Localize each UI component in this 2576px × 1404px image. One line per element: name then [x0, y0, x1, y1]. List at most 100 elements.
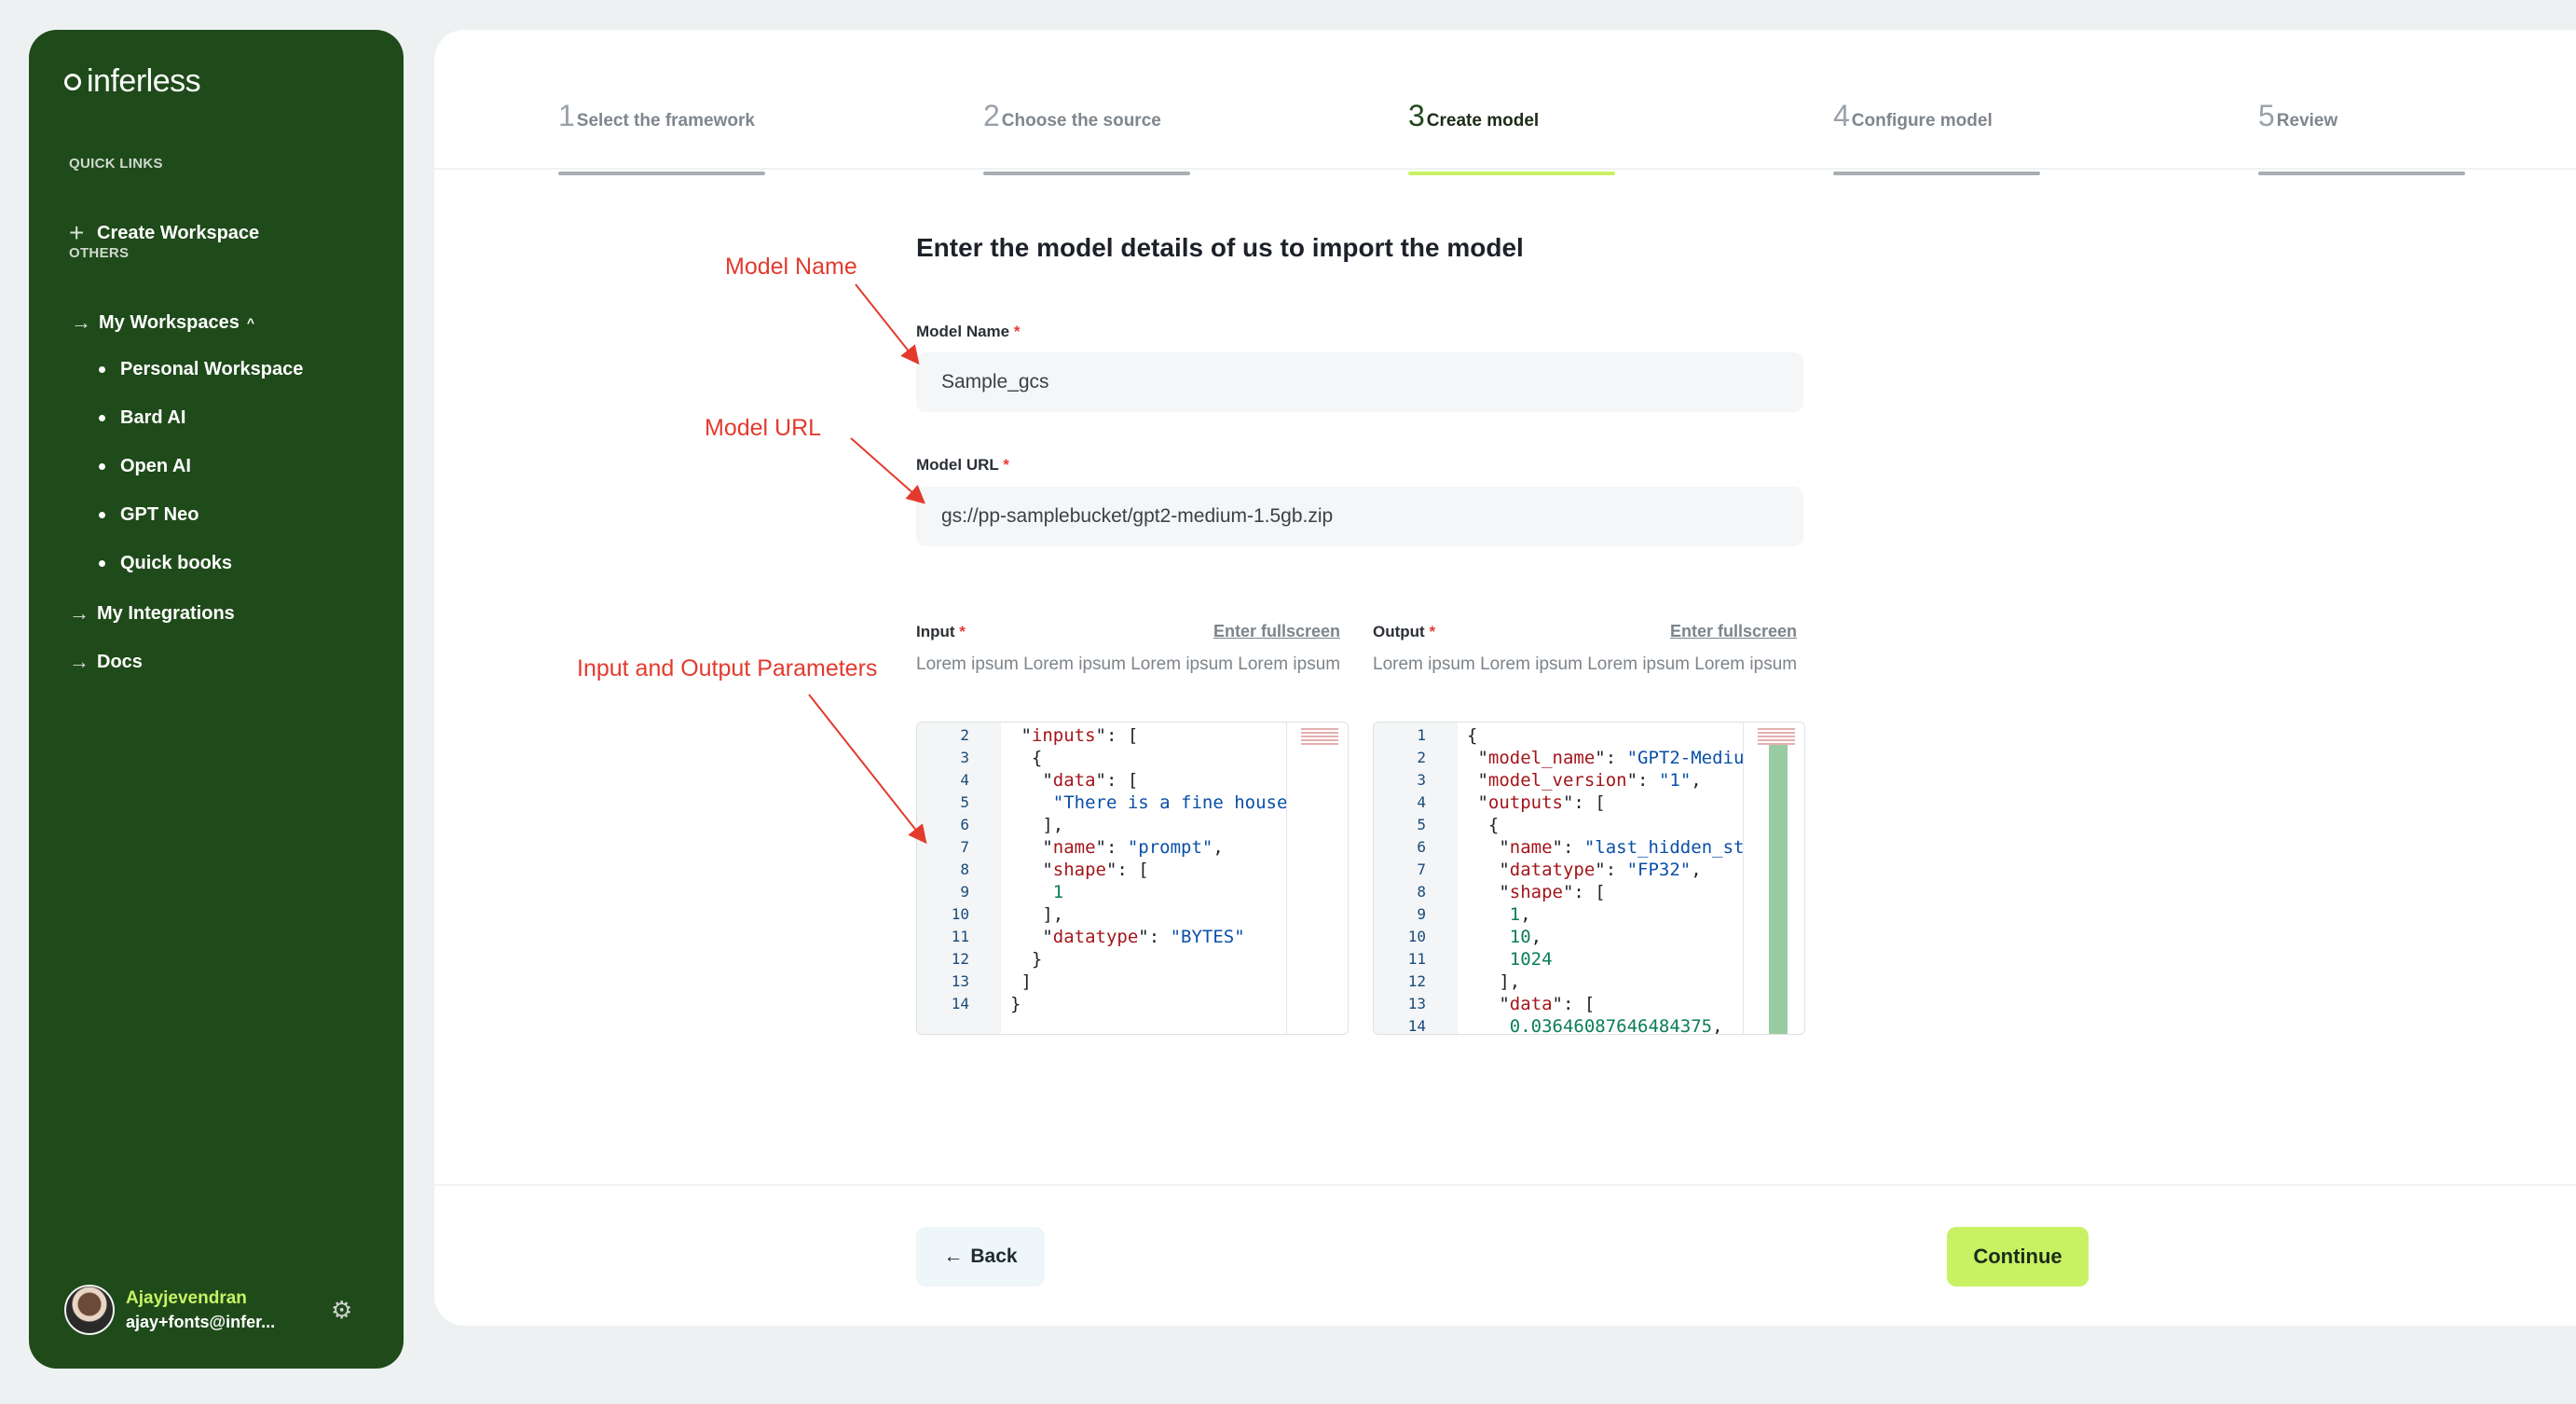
code-token: shape: [1509, 882, 1563, 902]
code-token: ":: [1626, 770, 1659, 791]
plus-icon: +: [69, 218, 85, 247]
code-token: datatype: [1509, 860, 1596, 880]
code-token: ],: [1467, 971, 1521, 992]
model-url-input[interactable]: [916, 487, 1803, 546]
code-token: inputs: [1031, 725, 1096, 746]
step-number: 4: [1833, 99, 1850, 132]
code-token: ": [1467, 882, 1510, 902]
back-button[interactable]: ← Back: [916, 1227, 1045, 1287]
code-token: ": [: [1095, 725, 1139, 746]
code-text: 0.03646087646484375,: [1467, 1015, 1723, 1034]
line-number: 10: [1407, 928, 1426, 945]
sidebar-item-quick-books[interactable]: Quick books: [99, 553, 232, 574]
output-fullscreen-link[interactable]: Enter fullscreen: [1670, 622, 1797, 641]
code-token: ": [1467, 994, 1510, 1014]
code-token: ": [1467, 860, 1510, 880]
input-fullscreen-link[interactable]: Enter fullscreen: [1213, 622, 1340, 641]
line-number: 5: [960, 793, 969, 811]
arrow-left-icon: ←: [943, 1246, 964, 1267]
sidebar-item-open-ai[interactable]: Open AI: [99, 456, 191, 477]
sidebar: inferless QUICK LINKS + Create Workspace…: [29, 30, 404, 1369]
bullet-icon: [99, 366, 105, 373]
output-label: Output *: [1373, 623, 1436, 640]
sidebar-item-bard-ai[interactable]: Bard AI: [99, 407, 185, 429]
step-configure-model[interactable]: 4 Configure model: [1833, 99, 2040, 175]
logo[interactable]: inferless: [64, 63, 201, 100]
avatar[interactable]: [64, 1285, 115, 1335]
code-token: ": [: [1562, 792, 1606, 813]
sidebar-item-my-workspaces[interactable]: → My Workspaces ^: [71, 310, 254, 335]
code-token: ": [1467, 748, 1488, 768]
editor-minimap[interactable]: [1286, 723, 1348, 1034]
create-workspace-button[interactable]: + Create Workspace: [69, 220, 259, 246]
code-token: ": [: [1562, 882, 1606, 902]
code-token: ": [: [1095, 770, 1139, 791]
line-number: 13: [1407, 995, 1426, 1012]
user-email: ajay+fonts@infer...: [126, 1312, 276, 1331]
minimap-scroll-thumb[interactable]: [1769, 745, 1788, 1034]
code-text: "model_name": "GPT2-Medium_: [1467, 747, 1765, 769]
step-select-framework[interactable]: 1 Select the framework: [558, 99, 765, 175]
line-number: 9: [1417, 905, 1426, 923]
logo-mark-icon: [64, 73, 81, 90]
code-text: {: [1467, 724, 1477, 747]
step-create-model[interactable]: 3 Create model: [1408, 99, 1615, 175]
input-code-editor[interactable]: 2 "inputs": [3 {4 "data": [5 "There is a…: [916, 722, 1349, 1035]
gear-icon[interactable]: ⚙: [331, 1298, 353, 1322]
code-token: ":: [1595, 860, 1627, 880]
code-token: data: [1052, 770, 1096, 791]
model-name-input[interactable]: [916, 352, 1803, 412]
code-token: shape: [1052, 860, 1106, 880]
sidebar-item-gpt-neo[interactable]: GPT Neo: [99, 504, 199, 526]
code-token: ": [1010, 837, 1053, 858]
step-choose-source[interactable]: 2 Choose the source: [983, 99, 1190, 175]
sidebar-item-my-integrations[interactable]: → My Integrations: [69, 601, 235, 626]
line-number: 14: [951, 995, 969, 1012]
user-profile[interactable]: Ajayjevendran ajay+fonts@infer... ⚙: [64, 1285, 381, 1335]
input-description: Lorem ipsum Lorem ipsum Lorem ipsum Lore…: [916, 654, 1341, 674]
step-review[interactable]: 5 Review: [2258, 99, 2465, 175]
step-number: 5: [2258, 99, 2275, 132]
continue-button[interactable]: Continue: [1947, 1227, 2089, 1287]
code-token: ],: [1010, 904, 1064, 925]
workspace-label: Open AI: [120, 456, 191, 476]
arrow-right-icon: →: [69, 650, 89, 673]
code-text: "name": "prompt",: [1010, 836, 1224, 859]
minimap-content: [1301, 728, 1338, 747]
others-label: OTHERS: [69, 245, 130, 261]
step-label: Configure model: [1851, 111, 1993, 131]
output-code-editor[interactable]: 1{2 "model_name": "GPT2-Medium_ 3 "model_…: [1373, 722, 1805, 1035]
step-indicator: [558, 172, 765, 175]
code-token: 1024: [1467, 949, 1553, 970]
code-text: ],: [1010, 903, 1063, 926]
bullet-icon: [99, 463, 105, 470]
code-text: ],: [1010, 814, 1063, 836]
sidebar-item-docs[interactable]: → Docs: [69, 650, 143, 674]
code-text: "shape": [: [1010, 859, 1149, 881]
line-number: 11: [951, 928, 969, 945]
line-number: 6: [960, 816, 969, 833]
code-token: ": [: [1105, 860, 1149, 880]
sidebar-item-personal-workspace[interactable]: Personal Workspace: [99, 359, 303, 380]
code-text: {: [1010, 747, 1042, 769]
code-token: name: [1052, 837, 1096, 858]
footer-divider: [434, 1184, 2576, 1186]
editor-minimap[interactable]: [1743, 723, 1804, 1034]
step-label: Choose the source: [1001, 111, 1161, 131]
page-title: Enter the model details of us to import …: [916, 233, 1524, 262]
model-url-label: Model URL *: [916, 456, 1009, 474]
line-number: 8: [960, 860, 969, 878]
step-label: Create model: [1426, 111, 1540, 131]
step-label: Select the framework: [576, 111, 755, 131]
line-number: 10: [951, 905, 969, 923]
output-description: Lorem ipsum Lorem ipsum Lorem ipsum Lore…: [1373, 654, 1798, 674]
code-token: ":: [1095, 837, 1128, 858]
logo-text: inferless: [87, 63, 201, 99]
code-token: "FP32": [1626, 860, 1692, 880]
code-token: ": [1010, 927, 1053, 947]
user-name: Ajayjevendran: [126, 1287, 247, 1308]
line-number: 11: [1407, 950, 1426, 968]
step-number: 3: [1408, 99, 1425, 132]
input-label: Input *: [916, 623, 966, 640]
line-number: 4: [1417, 793, 1426, 811]
